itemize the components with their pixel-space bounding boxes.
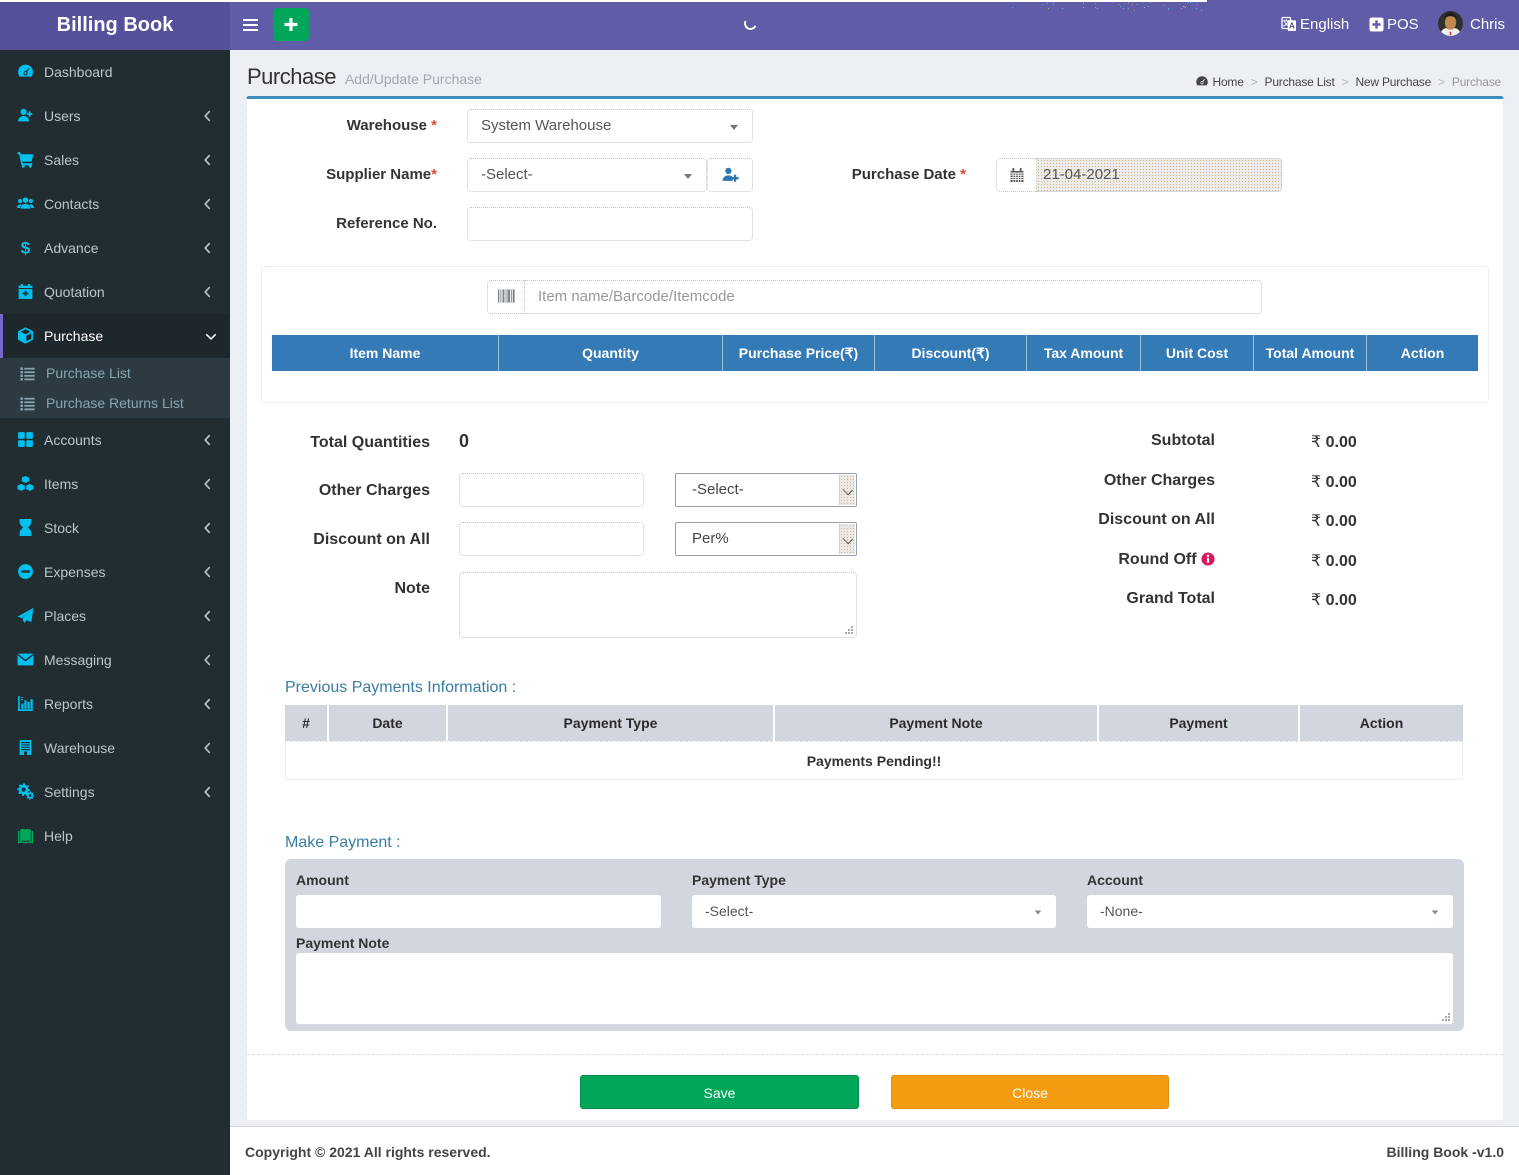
- svg-text:$: $: [21, 239, 31, 256]
- svg-text:A: A: [1289, 22, 1295, 31]
